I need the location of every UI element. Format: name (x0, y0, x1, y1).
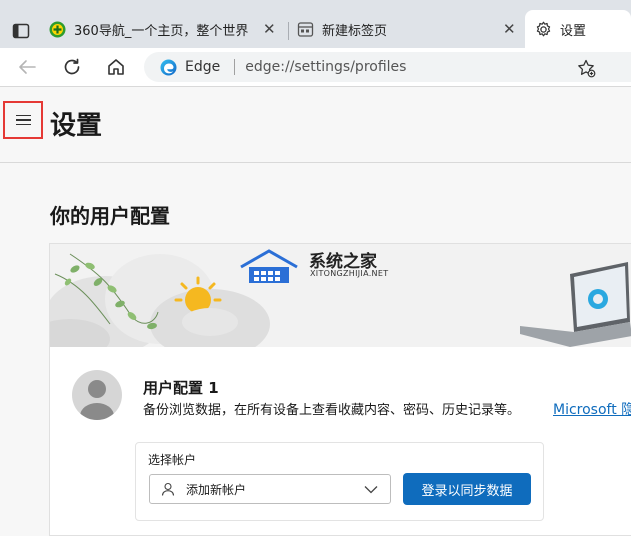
profile-card: 系统之家 XITONGZHIJIA.NET 用户配置 1 备份浏览数据，在所有设… (49, 243, 631, 536)
menu-line-icon (15, 119, 31, 121)
address-bar[interactable]: Edge edge://settings/profiles (144, 52, 631, 82)
watermark-url: XITONGZHIJIA.NET (310, 269, 389, 278)
address-divider (234, 59, 236, 75)
menu-line-icon (15, 114, 31, 117)
user-icon (161, 482, 175, 496)
account-label: 选择帐户 (148, 453, 197, 467)
gear-icon (536, 21, 551, 36)
account-select[interactable]: 添加新帐户 (149, 474, 391, 504)
profile-banner: 系统之家 XITONGZHIJIA.NET (50, 244, 631, 347)
profile-name: 用户配置 1 (143, 379, 219, 397)
sign-in-sync-button[interactable]: 登录以同步数据 (403, 473, 531, 505)
account-select-value: 添加新帐户 (186, 483, 247, 497)
menu-line-icon (15, 123, 31, 126)
back-arrow-icon[interactable] (16, 56, 38, 78)
new-tab-page-icon (297, 21, 314, 37)
tab-title: 360导航_一个主页，整个世界 (74, 23, 249, 39)
tab-separator (288, 22, 289, 40)
tab-strip: 360导航_一个主页，整个世界 ✕ 新建标签页 ✕ 设置 (0, 0, 631, 48)
tab-title: 设置 (560, 23, 587, 39)
tab-360[interactable]: 360导航_一个主页，整个世界 ✕ (49, 10, 284, 48)
edge-logo-icon (160, 59, 177, 75)
microsoft-privacy-link[interactable]: Microsoft 隐 (553, 399, 631, 419)
close-tab-icon[interactable]: ✕ (263, 20, 276, 38)
section-title: 你的用户配置 (50, 204, 170, 228)
workspaces-icon[interactable] (12, 22, 30, 40)
add-favorite-icon[interactable] (576, 58, 596, 78)
chevron-down-icon (364, 486, 378, 494)
user-silhouette-icon (80, 380, 114, 420)
profile-description: 备份浏览数据，在所有设备上查看收藏内容、密码、历史记录等。 (143, 403, 521, 418)
close-tab-icon[interactable]: ✕ (503, 20, 516, 38)
360-favicon-icon (49, 21, 66, 37)
page-title: 设置 (50, 111, 103, 141)
tab-settings[interactable]: 设置 (525, 10, 631, 48)
refresh-icon[interactable] (61, 56, 83, 78)
home-icon[interactable] (105, 56, 127, 78)
account-selector-box: 选择帐户 添加新帐户 登录以同步数据 (135, 442, 544, 521)
tab-title: 新建标签页 (322, 23, 388, 39)
address-url: edge://settings/profiles (245, 59, 407, 75)
navigation-bar: Edge edge://settings/profiles (0, 48, 631, 87)
avatar (72, 370, 122, 420)
tab-new-tab[interactable]: 新建标签页 ✕ (297, 10, 525, 48)
address-brand: Edge (185, 59, 221, 75)
settings-header: 设置 (0, 87, 631, 163)
hamburger-menu-button[interactable] (3, 101, 43, 139)
watermark-logo-icon (240, 249, 298, 283)
